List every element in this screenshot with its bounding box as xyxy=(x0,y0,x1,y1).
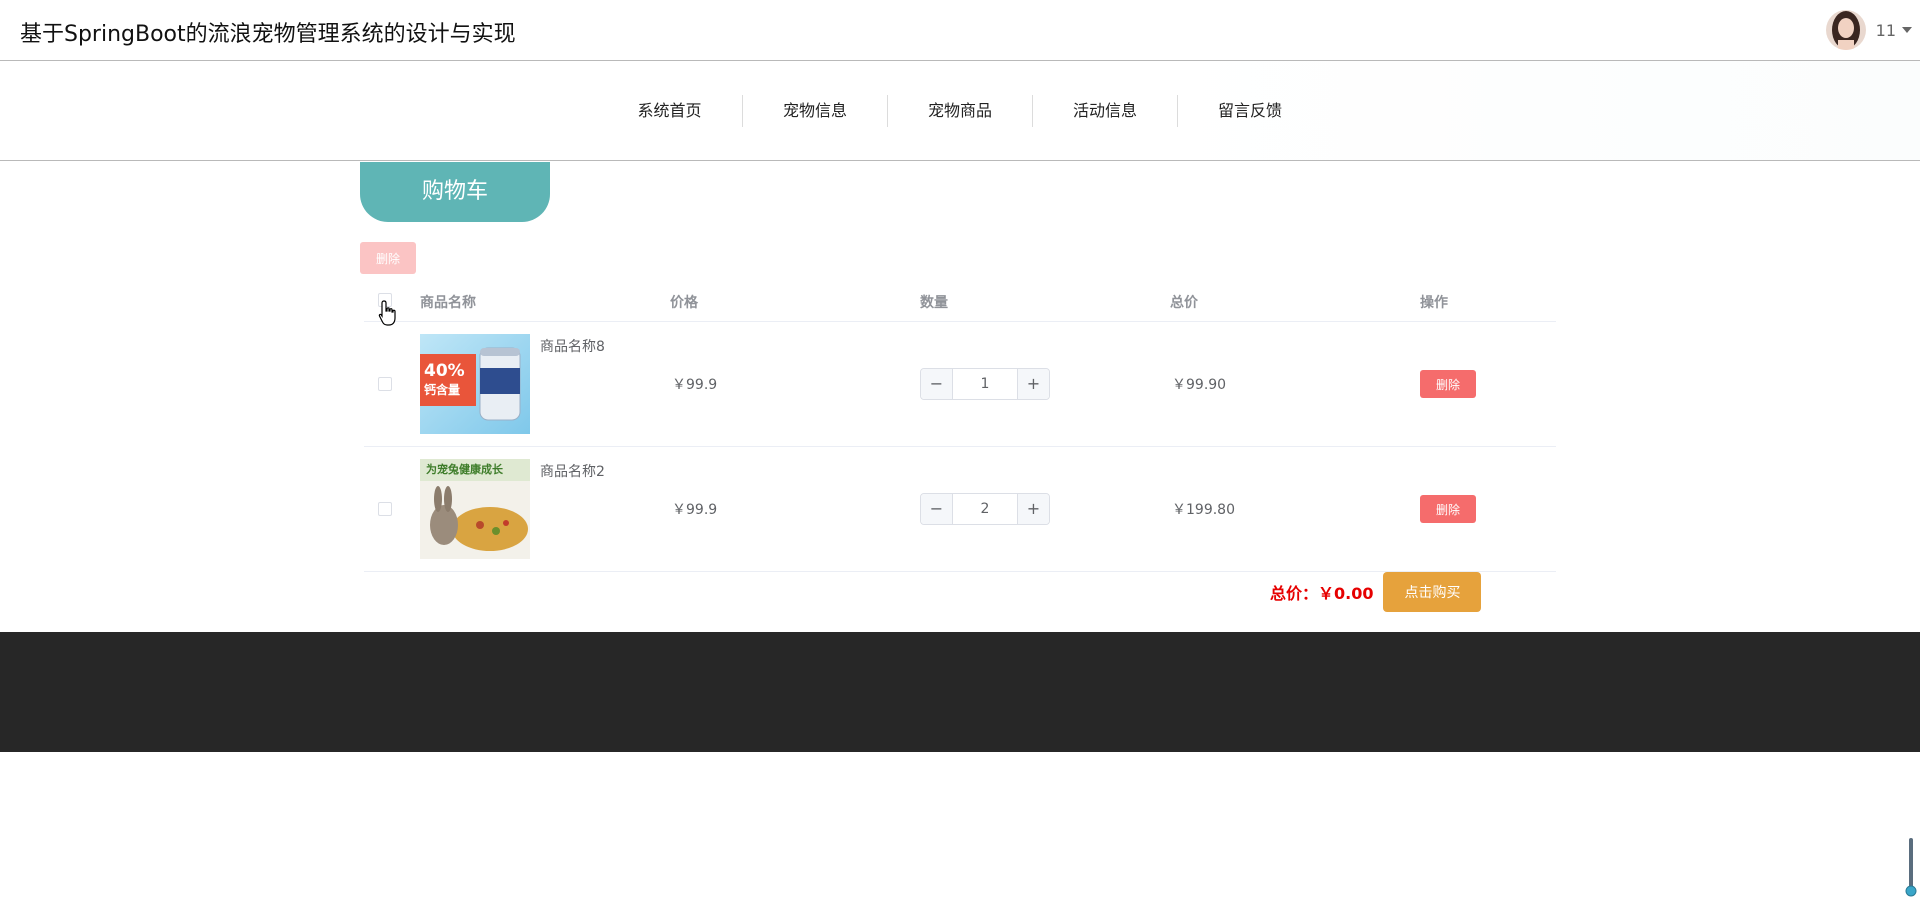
increase-quantity-button[interactable]: + xyxy=(1017,369,1049,399)
bulk-delete-button[interactable]: 删除 xyxy=(360,242,416,274)
product-price: ￥99.9 xyxy=(672,377,718,393)
quantity-stepper: − 1 + xyxy=(920,368,1050,400)
column-header-quantity: 数量 xyxy=(920,295,948,311)
nav-item-pet-products[interactable]: 宠物商品 xyxy=(887,95,1032,127)
product-image[interactable]: 为宠兔健康成长 xyxy=(420,459,530,559)
hand-cursor-icon xyxy=(378,300,396,326)
avatar[interactable] xyxy=(1825,10,1866,50)
nav-item-home[interactable]: 系统首页 xyxy=(597,95,742,127)
total-price: 总价：￥0.00 xyxy=(1270,584,1374,603)
quantity-stepper: − 2 + xyxy=(920,493,1050,525)
row-checkbox[interactable] xyxy=(378,502,392,516)
column-header-subtotal: 总价 xyxy=(1170,295,1198,311)
username[interactable]: 11 xyxy=(1876,21,1896,40)
nav-item-feedback[interactable]: 留言反馈 xyxy=(1177,95,1322,127)
main-nav: 系统首页 宠物信息 宠物商品 活动信息 留言反馈 xyxy=(0,61,1920,161)
product-image[interactable]: 40% 钙含量 xyxy=(420,334,530,434)
product-name: 商品名称8 xyxy=(540,339,605,355)
svg-text:钙含量: 钙含量 xyxy=(424,382,460,397)
table-header: 商品名称 价格 数量 总价 操作 xyxy=(364,280,1556,322)
svg-text:为宠兔健康成长: 为宠兔健康成长 xyxy=(426,462,504,476)
delete-row-button[interactable]: 删除 xyxy=(1420,370,1476,398)
column-header-name: 商品名称 xyxy=(420,295,476,311)
quantity-value[interactable]: 1 xyxy=(953,369,1017,399)
cart-page: 购物车 删除 商品名称 价格 数量 总价 操作 40% 钙含量 商品名称8 ￥9… xyxy=(0,162,1920,632)
quantity-value[interactable]: 2 xyxy=(953,494,1017,524)
increase-quantity-button[interactable]: + xyxy=(1017,494,1049,524)
top-header: 基于SpringBoot的流浪宠物管理系统的设计与实现 11 xyxy=(0,0,1920,61)
svg-text:40%: 40% xyxy=(424,361,465,381)
page-footer xyxy=(0,632,1920,752)
product-price: ￥99.9 xyxy=(672,502,718,518)
chevron-down-icon[interactable] xyxy=(1902,27,1912,33)
decrease-quantity-button[interactable]: − xyxy=(921,369,953,399)
user-menu[interactable]: 11 xyxy=(1825,10,1912,50)
product-name: 商品名称2 xyxy=(540,464,605,480)
column-header-action: 操作 xyxy=(1420,295,1448,311)
table-row: 40% 钙含量 商品名称8 ￥99.9 − 1 + ￥99.90 删除 xyxy=(364,322,1556,447)
product-subtotal: ￥199.80 xyxy=(1172,502,1235,518)
column-header-price: 价格 xyxy=(670,295,698,311)
delete-row-button[interactable]: 删除 xyxy=(1420,495,1476,523)
product-subtotal: ￥99.90 xyxy=(1172,377,1227,393)
row-checkbox[interactable] xyxy=(378,377,392,391)
cart-title-tab: 购物车 xyxy=(360,162,550,222)
nav-item-pet-info[interactable]: 宠物信息 xyxy=(742,95,887,127)
buy-button[interactable]: 点击购买 xyxy=(1383,572,1482,612)
decrease-quantity-button[interactable]: − xyxy=(921,494,953,524)
scroll-indicator-icon[interactable] xyxy=(1905,838,1917,898)
nav-item-activities[interactable]: 活动信息 xyxy=(1032,95,1177,127)
cart-table: 商品名称 价格 数量 总价 操作 40% 钙含量 商品名称8 ￥99.9 − 1… xyxy=(364,280,1556,572)
site-title: 基于SpringBoot的流浪宠物管理系统的设计与实现 xyxy=(20,22,516,47)
table-row: 为宠兔健康成长 商品名称2 ￥99.9 − 2 + ￥199.80 删除 xyxy=(364,447,1556,572)
checkout-bar: 总价：￥0.00 点击购买 xyxy=(1270,572,1482,612)
